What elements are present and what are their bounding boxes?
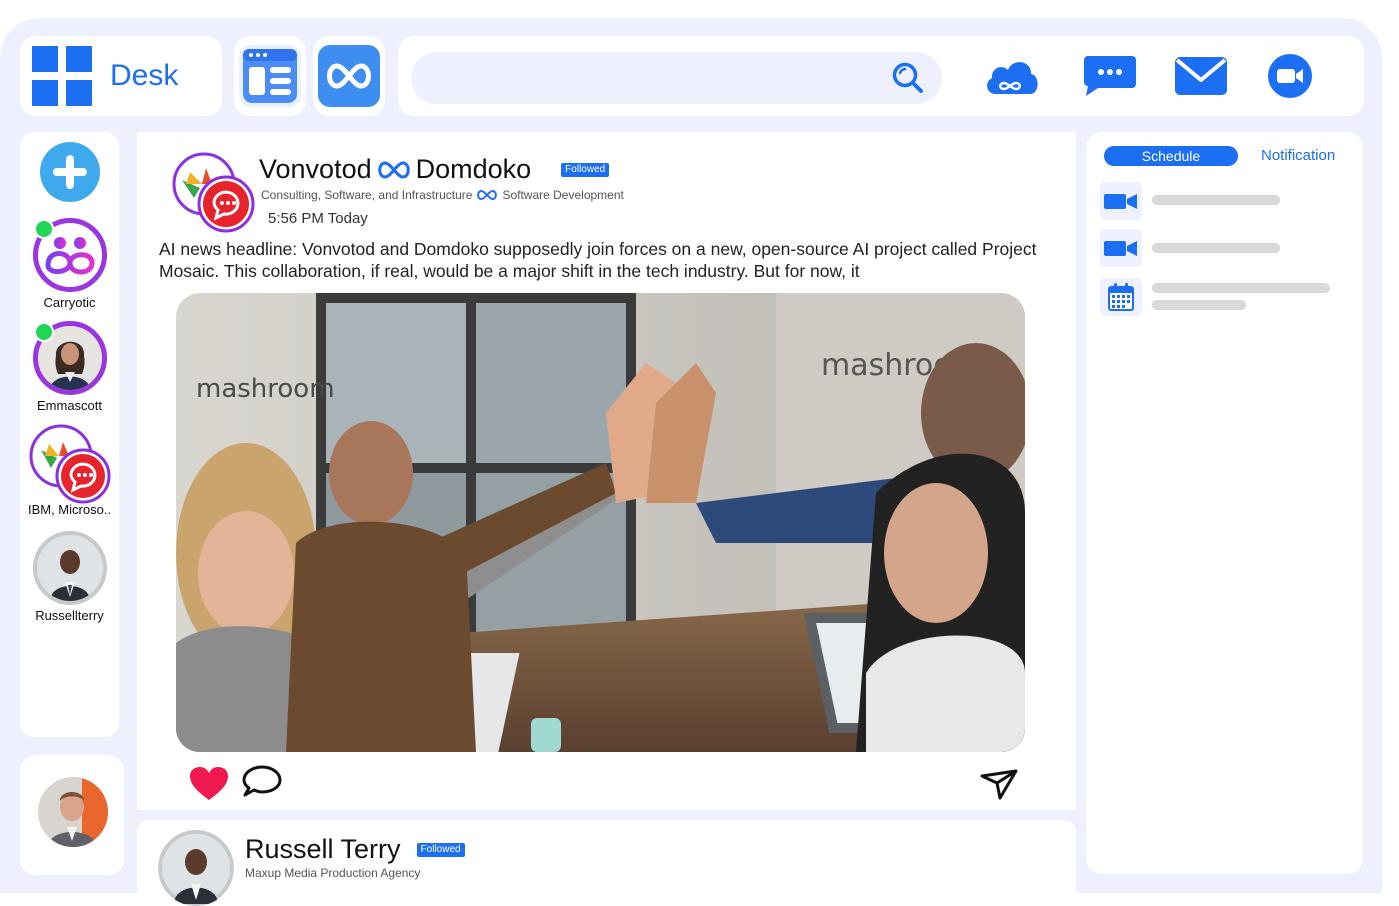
video-meeting-icon bbox=[1100, 182, 1142, 220]
wall-sign-text: mashroom bbox=[196, 374, 335, 404]
feed-layout-button[interactable] bbox=[234, 36, 306, 116]
post-author-avatar[interactable] bbox=[172, 152, 256, 236]
top-toolbar bbox=[398, 36, 1364, 116]
app-logo[interactable]: Desk bbox=[20, 36, 222, 116]
author-name: Russell Terry bbox=[245, 834, 401, 864]
author-right-name: Domdoko bbox=[415, 154, 532, 184]
avatar bbox=[32, 531, 107, 605]
tab-notification[interactable]: Notification bbox=[1261, 146, 1335, 166]
contacts-sidebar: Carryotic Emmascott IBM, Microso.. Russe… bbox=[20, 132, 119, 737]
chat-button[interactable] bbox=[1080, 54, 1140, 98]
video-meeting-icon bbox=[1100, 229, 1142, 267]
avatar bbox=[32, 321, 107, 395]
contact-name: Emmascott bbox=[36, 398, 102, 413]
subtitle-left: Consulting, Software, and Infrastructure bbox=[261, 188, 473, 202]
contact-name: Carryotic bbox=[43, 295, 96, 310]
followed-badge: Followed bbox=[561, 162, 610, 177]
contact-item[interactable]: Emmascott bbox=[20, 321, 119, 413]
avatar bbox=[29, 424, 111, 506]
placeholder-line bbox=[1152, 300, 1246, 310]
post-author-subtitle: Maxup Media Production Agency bbox=[245, 866, 421, 880]
group-logos-icon bbox=[29, 424, 110, 504]
followed-badge: Followed bbox=[416, 842, 465, 857]
placeholder-line bbox=[1152, 283, 1330, 293]
post-author-avatar[interactable] bbox=[158, 830, 234, 906]
subtitle-right: Software Development bbox=[502, 188, 624, 202]
placeholder-line bbox=[1152, 195, 1280, 205]
post-author-name[interactable]: Vonvotod Domdoko Followed bbox=[259, 154, 610, 185]
cloud-icon bbox=[987, 62, 1038, 94]
current-user-box[interactable] bbox=[20, 755, 124, 875]
infinity-icon bbox=[477, 189, 498, 201]
schedule-panel: Schedule Notification bbox=[1086, 132, 1363, 874]
person-photo-icon bbox=[36, 535, 103, 601]
app-name: Desk bbox=[110, 59, 179, 92]
feed-post: Vonvotod Domdoko Followed Consulting, So… bbox=[137, 132, 1076, 810]
chat-bubble-icon bbox=[1084, 56, 1136, 96]
add-contact-button[interactable] bbox=[40, 142, 100, 202]
infinity-icon bbox=[377, 160, 410, 179]
post-image[interactable]: mashroom mashroom bbox=[176, 293, 1025, 752]
contact-name: Russellterry bbox=[35, 608, 104, 623]
online-indicator bbox=[33, 219, 54, 239]
contact-item[interactable]: Carryotic bbox=[20, 218, 119, 310]
plus-icon bbox=[53, 155, 87, 189]
video-call-button[interactable] bbox=[1260, 54, 1320, 98]
send-icon[interactable] bbox=[980, 768, 1018, 800]
current-user-avatar bbox=[38, 777, 108, 847]
heart-icon[interactable] bbox=[189, 766, 229, 802]
mail-icon bbox=[1175, 57, 1227, 95]
grid-logo-icon bbox=[32, 46, 92, 106]
online-indicator bbox=[33, 322, 54, 342]
schedule-item[interactable] bbox=[1100, 278, 1350, 318]
infinity-app-button[interactable] bbox=[313, 36, 385, 116]
cloud-infinity-button[interactable] bbox=[982, 54, 1042, 98]
infinity-icon bbox=[327, 63, 371, 89]
contact-item[interactable]: Russellterry bbox=[20, 531, 119, 623]
post-timestamp: 5:56 PM Today bbox=[268, 210, 368, 227]
layout-icon bbox=[243, 49, 297, 103]
calendar-icon bbox=[1100, 278, 1142, 316]
search-icon[interactable] bbox=[890, 60, 926, 96]
schedule-item[interactable] bbox=[1100, 182, 1350, 222]
team-high-five-photo: mashroom mashroom bbox=[176, 293, 1025, 752]
mail-button[interactable] bbox=[1171, 54, 1231, 98]
feed-post: Russell Terry Followed Maxup Media Produ… bbox=[137, 820, 1076, 906]
group-logos-icon bbox=[172, 152, 255, 233]
comment-icon[interactable] bbox=[241, 764, 283, 800]
video-camera-icon bbox=[1268, 54, 1312, 98]
avatar bbox=[32, 218, 107, 292]
schedule-item[interactable] bbox=[1100, 229, 1350, 269]
post-author-subtitle: Consulting, Software, and Infrastructure… bbox=[261, 188, 624, 202]
tab-schedule[interactable]: Schedule bbox=[1104, 146, 1238, 166]
search-input[interactable] bbox=[411, 52, 942, 104]
post-text: AI news headline: Vonvotod and Domdoko s… bbox=[159, 239, 1037, 281]
contact-item[interactable]: IBM, Microso.. bbox=[20, 424, 119, 517]
placeholder-line bbox=[1152, 243, 1280, 253]
author-left-name: Vonvotod bbox=[259, 154, 372, 184]
post-author-name[interactable]: Russell Terry Followed bbox=[245, 834, 465, 865]
